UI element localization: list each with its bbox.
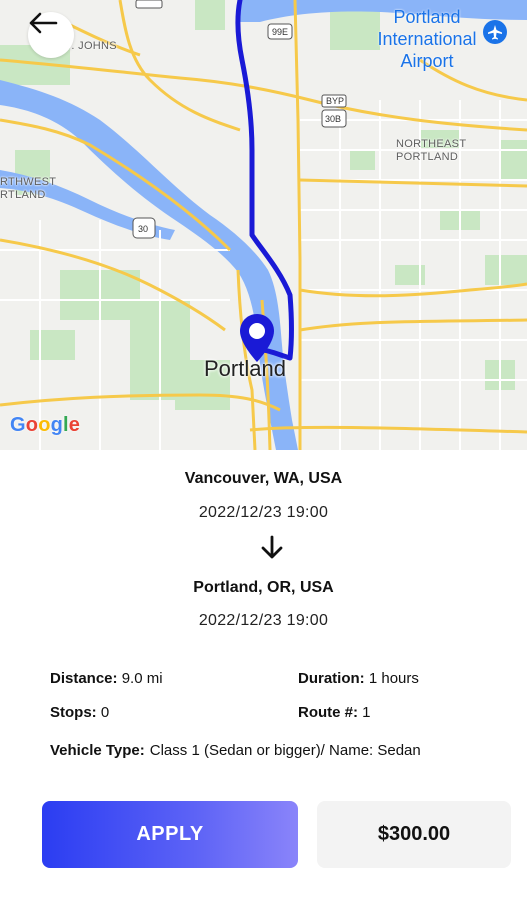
distance-value: 9.0 mi bbox=[121, 670, 163, 687]
apply-button[interactable]: APPLY bbox=[42, 801, 298, 868]
route-number-label: Route #: bbox=[298, 704, 358, 721]
stops-label: Stops: bbox=[50, 704, 97, 721]
vehicle-type-row: Vehicle Type: Class 1 (Sedan or bigger)/… bbox=[50, 742, 470, 761]
arrow-down-icon bbox=[261, 535, 283, 559]
distance-row: Distance: 9.0 mi bbox=[50, 670, 163, 687]
svg-text:BYP: BYP bbox=[326, 96, 344, 106]
map-label-northeast-portland: NORTHEAST PORTLAND bbox=[396, 138, 467, 163]
shield-99e-text: 99E bbox=[272, 27, 288, 37]
vehicle-type-value: Class 1 (Sedan or bigger)/ Name: Sedan bbox=[149, 742, 421, 759]
route-number-row: Route #: 1 bbox=[298, 704, 371, 721]
vehicle-type-label: Vehicle Type: bbox=[50, 742, 145, 759]
duration-row: Duration: 1 hours bbox=[298, 670, 419, 687]
map-label-airport: Portland International Airport bbox=[377, 7, 477, 71]
origin-location: Vancouver, WA, USA bbox=[184, 470, 343, 487]
map-label-northwest-portland: RTHWEST RTLAND bbox=[0, 176, 57, 201]
stops-value: 0 bbox=[100, 704, 110, 721]
origin-time: 2022/12/23 19:00 bbox=[198, 504, 329, 521]
destination-location: Portland, OR, USA bbox=[193, 579, 334, 596]
arrow-left-icon bbox=[29, 12, 58, 34]
back-button[interactable] bbox=[28, 12, 74, 58]
svg-text:30: 30 bbox=[138, 224, 148, 234]
airport-icon bbox=[483, 20, 507, 44]
google-logo: Google bbox=[10, 414, 81, 436]
route-map[interactable]: 99E BYP 30B 30 ST. JOHNS NORTHEAST PORTL… bbox=[0, 0, 527, 450]
stops-row: Stops: 0 bbox=[50, 704, 109, 721]
distance-label: Distance: bbox=[50, 670, 118, 687]
svg-text:30B: 30B bbox=[325, 114, 341, 124]
destination-time: 2022/12/23 19:00 bbox=[198, 612, 329, 629]
duration-label: Duration: bbox=[298, 670, 365, 687]
map-label-city: Portland bbox=[204, 356, 286, 381]
route-number-value: 1 bbox=[362, 704, 371, 721]
duration-value: 1 hours bbox=[368, 670, 419, 687]
price-display: $300.00 bbox=[317, 801, 511, 868]
